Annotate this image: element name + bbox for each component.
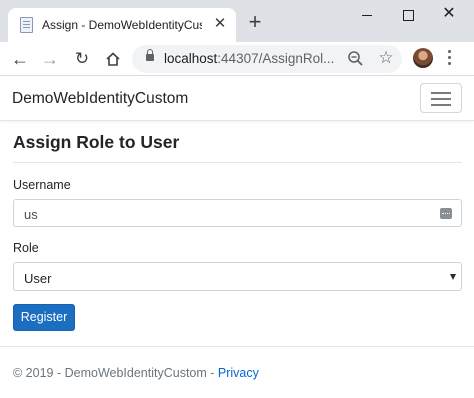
url-text[interactable]: localhost:44307/AssignRol... bbox=[164, 51, 344, 66]
tab-close-icon[interactable]: ✕ bbox=[212, 16, 228, 32]
navbar-brand[interactable]: DemoWebIdentityCustom bbox=[12, 90, 188, 108]
page-favicon-icon bbox=[20, 17, 33, 33]
forward-arrow-icon[interactable]: → bbox=[38, 47, 62, 71]
footer-divider bbox=[0, 346, 474, 347]
site-navbar: DemoWebIdentityCustom bbox=[0, 77, 474, 121]
minimize-window-icon[interactable] bbox=[358, 6, 376, 24]
password-manager-key-icon[interactable] bbox=[440, 208, 452, 219]
role-selected-value: User bbox=[24, 271, 52, 286]
footer-copyright: © 2019 - DemoWebIdentityCustom - bbox=[13, 366, 218, 380]
new-tab-button[interactable]: + bbox=[244, 11, 266, 34]
maximize-window-icon[interactable] bbox=[399, 6, 417, 24]
navbar-toggler-button[interactable] bbox=[420, 83, 462, 113]
zoom-icon[interactable] bbox=[346, 49, 366, 69]
tab-title: Assign - DemoWebIdentityCusto bbox=[42, 18, 202, 32]
home-icon[interactable] bbox=[101, 47, 125, 71]
kebab-menu-icon[interactable] bbox=[446, 50, 452, 68]
browser-toolbar: ← → ↻ localhost:44307/AssignRol... ☆ bbox=[0, 42, 474, 76]
back-arrow-icon[interactable]: ← bbox=[8, 47, 32, 71]
lock-icon[interactable] bbox=[146, 49, 154, 63]
title-divider bbox=[13, 162, 462, 163]
profile-avatar[interactable] bbox=[413, 48, 433, 68]
page-viewport: DemoWebIdentityCustom Assign Role to Use… bbox=[0, 77, 474, 398]
username-input[interactable]: us bbox=[13, 199, 462, 227]
address-bar[interactable]: localhost:44307/AssignRol... ☆ bbox=[132, 45, 402, 73]
hamburger-icon bbox=[431, 92, 451, 94]
close-window-icon[interactable]: ✕ bbox=[440, 5, 458, 23]
register-button[interactable]: Register bbox=[13, 304, 75, 331]
page-title: Assign Role to User bbox=[13, 132, 180, 152]
browser-tab[interactable]: Assign - DemoWebIdentityCusto ✕ bbox=[8, 8, 236, 42]
browser-tabstrip: Assign - DemoWebIdentityCusto ✕ + ✕ bbox=[0, 0, 474, 42]
reload-icon[interactable]: ↻ bbox=[70, 47, 94, 71]
privacy-link[interactable]: Privacy bbox=[218, 366, 259, 380]
role-select[interactable]: User bbox=[13, 262, 462, 291]
role-label: Role bbox=[13, 241, 39, 255]
footer: © 2019 - DemoWebIdentityCustom - Privacy bbox=[13, 366, 259, 380]
chevron-down-icon bbox=[450, 274, 456, 280]
username-value: us bbox=[24, 207, 38, 222]
bookmark-star-icon[interactable]: ☆ bbox=[376, 48, 396, 68]
username-label: Username bbox=[13, 178, 71, 192]
